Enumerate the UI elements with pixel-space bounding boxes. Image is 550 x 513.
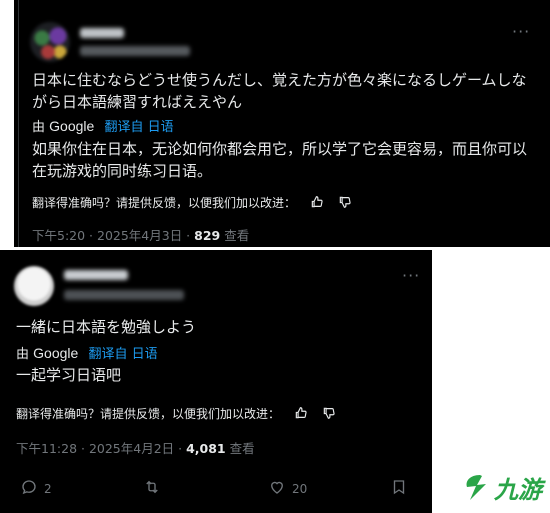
thumbs-up-icon[interactable] — [294, 406, 308, 423]
jiuyou-logo-icon — [466, 474, 486, 500]
bookmark-button[interactable] — [390, 478, 408, 499]
feedback-prompt: 翻译得准确吗？请提供反馈，以便我们加以改进： — [16, 407, 281, 421]
author-handle-blurred[interactable] — [64, 290, 184, 300]
reply-icon — [20, 478, 38, 499]
thread-line — [18, 0, 19, 247]
by-label: 由 — [16, 347, 30, 362]
feedback-prompt: 翻译得准确吗？请提供反馈，以便我们加以改进： — [32, 196, 297, 210]
views-count: 4,081 — [186, 441, 226, 456]
retweet-button[interactable] — [143, 478, 161, 499]
translated-from-link[interactable]: 翻译自 日语 — [104, 120, 173, 135]
thumbs-down-icon[interactable] — [338, 195, 352, 212]
tweet-meta: 下午5:20 · 2025年4月3日 · 829 查看 — [32, 225, 249, 244]
more-icon[interactable]: ··· — [512, 22, 530, 41]
translation-feedback: 翻译得准确吗？请提供反馈，以便我们加以改进： — [16, 405, 336, 423]
translated-by-google: 由 Google 翻译自 日语 — [32, 116, 174, 135]
more-icon[interactable]: ··· — [402, 266, 420, 285]
timestamp[interactable]: 下午11:28 · 2025年4月2日 · — [16, 441, 182, 456]
views-label: 查看 — [224, 228, 250, 243]
tweet-actions: 2 20 — [0, 478, 432, 506]
views-label: 查看 — [229, 441, 255, 456]
tweet-meta: 下午11:28 · 2025年4月2日 · 4,081 查看 — [16, 438, 255, 457]
jiuyou-logo-text: 九游 — [494, 476, 542, 504]
google-label: Google — [49, 118, 95, 134]
tweet-original-text: 日本に住むならどうせ使うんだし、覚えた方が色々楽になるしゲームしながら日本語練習… — [32, 71, 527, 111]
google-label: Google — [33, 345, 79, 361]
tweet-original-text: 一緒に日本語を勉強しよう — [16, 318, 197, 336]
author-name-blurred[interactable] — [80, 28, 124, 38]
thumbs-up-icon[interactable] — [310, 195, 324, 212]
author-handle-blurred[interactable] — [80, 46, 190, 56]
like-count: 20 — [292, 481, 308, 496]
avatar[interactable] — [30, 22, 70, 62]
reply-button[interactable]: 2 — [20, 478, 52, 499]
jiuyou-logo: 九游 — [460, 470, 542, 505]
bookmark-icon — [390, 478, 408, 499]
tweet-card: ··· 一緒に日本語を勉強しよう 由 Google 翻译自 日语 一起学习日语吧… — [0, 250, 432, 513]
translated-from-link[interactable]: 翻译自 日语 — [88, 347, 157, 362]
views-count: 829 — [194, 228, 221, 243]
by-label: 由 — [32, 120, 46, 135]
translation-feedback: 翻译得准确吗？请提供反馈，以便我们加以改进： — [32, 194, 352, 212]
author-name-blurred[interactable] — [64, 270, 128, 280]
tweet-translated-text: 如果你住在日本，无论如何你都会用它，所以学了它会更容易，而且你可以在玩游戏的同时… — [32, 140, 528, 180]
heart-icon — [268, 478, 286, 499]
like-button[interactable]: 20 — [268, 478, 307, 499]
thumbs-down-icon[interactable] — [322, 406, 336, 423]
timestamp[interactable]: 下午5:20 · 2025年4月3日 · — [32, 228, 190, 243]
tweet-card: ··· 日本に住むならどうせ使うんだし、覚えた方が色々楽になるしゲームしながら日… — [14, 0, 550, 247]
retweet-icon — [143, 478, 161, 499]
translated-by-google: 由 Google 翻译自 日语 — [16, 343, 158, 362]
avatar[interactable] — [14, 266, 54, 306]
tweet-translated-text: 一起学习日语吧 — [16, 366, 122, 384]
reply-count: 2 — [44, 481, 52, 496]
